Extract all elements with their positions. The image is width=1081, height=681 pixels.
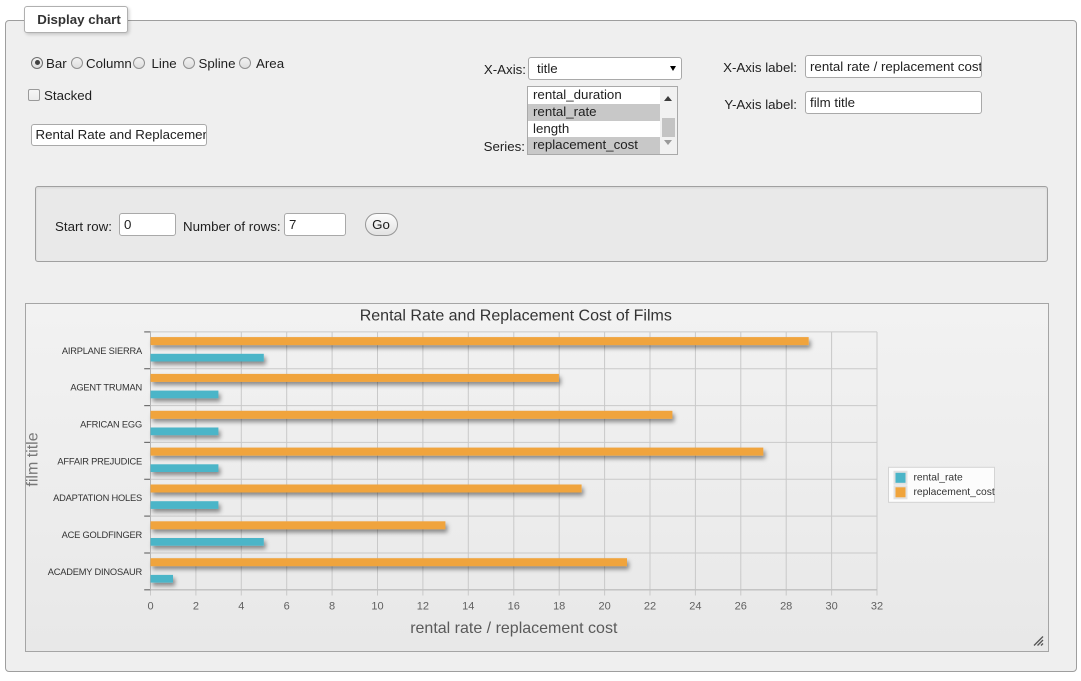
svg-text:AGENT TRUMAN: AGENT TRUMAN: [70, 383, 142, 393]
svg-text:ACADEMY DINOSAUR: ACADEMY DINOSAUR: [47, 567, 142, 577]
svg-text:replacement_cost: replacement_cost: [913, 487, 994, 498]
svg-text:2: 2: [192, 600, 198, 612]
svg-text:18: 18: [553, 600, 565, 612]
svg-text:ACE GOLDFINGER: ACE GOLDFINGER: [61, 530, 142, 540]
svg-text:10: 10: [371, 600, 383, 612]
svg-text:rental rate / replacement cost: rental rate / replacement cost: [410, 620, 618, 637]
svg-text:AFFAIR PREJUDICE: AFFAIR PREJUDICE: [57, 456, 142, 466]
svg-text:26: 26: [734, 600, 746, 612]
svg-text:AFRICAN EGG: AFRICAN EGG: [80, 420, 142, 430]
svg-text:14: 14: [462, 600, 474, 612]
svg-text:24: 24: [689, 600, 701, 612]
svg-text:ADAPTATION HOLES: ADAPTATION HOLES: [53, 493, 142, 503]
svg-text:30: 30: [825, 600, 837, 612]
svg-text:8: 8: [329, 600, 335, 612]
svg-text:0: 0: [147, 600, 153, 612]
svg-text:22: 22: [643, 600, 655, 612]
svg-text:AIRPLANE SIERRA: AIRPLANE SIERRA: [61, 346, 142, 356]
svg-text:6: 6: [283, 600, 289, 612]
svg-text:16: 16: [507, 600, 519, 612]
svg-text:Rental Rate and Replacement Co: Rental Rate and Replacement Cost of Film…: [359, 308, 671, 325]
svg-text:32: 32: [870, 600, 882, 612]
svg-text:rental_rate: rental_rate: [913, 472, 963, 483]
svg-text:28: 28: [780, 600, 792, 612]
svg-text:4: 4: [238, 600, 244, 612]
svg-text:film title: film title: [26, 432, 42, 486]
svg-text:20: 20: [598, 600, 610, 612]
svg-text:12: 12: [416, 600, 428, 612]
